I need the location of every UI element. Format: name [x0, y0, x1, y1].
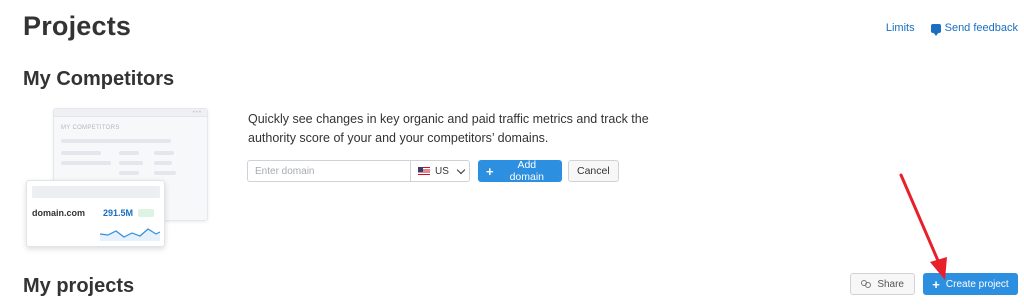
- sparkline-icon: [100, 228, 160, 241]
- create-project-label: Create project: [945, 278, 1009, 290]
- domain-input[interactable]: [247, 160, 410, 182]
- competitors-illustration: ••• MY COMPETITORS domain.com 291.5M: [26, 106, 216, 252]
- us-flag-icon: [418, 167, 430, 175]
- plus-icon: +: [932, 276, 940, 292]
- competitors-description: Quickly see changes in key organic and p…: [248, 112, 649, 145]
- placeholder-line: [61, 161, 111, 165]
- my-projects-heading: My projects: [23, 275, 135, 297]
- placeholder-line: [154, 161, 172, 165]
- create-project-button[interactable]: + Create project: [923, 273, 1018, 295]
- metric-change-badge: [138, 209, 154, 217]
- illustration-domain: domain.com: [32, 208, 86, 218]
- window-dots-icon: •••: [192, 110, 202, 116]
- illustration-metric: 291.5M: [103, 208, 134, 218]
- placeholder-line: [119, 161, 143, 165]
- placeholder-line: [154, 171, 176, 175]
- projects-actions: Share + Create project: [850, 273, 1018, 295]
- speech-bubble-icon: [930, 23, 941, 36]
- cancel-button[interactable]: Cancel: [568, 160, 619, 182]
- my-competitors-heading: My Competitors: [23, 68, 175, 90]
- placeholder-line: [119, 171, 139, 175]
- annotation-arrow-shaft: [899, 173, 941, 265]
- send-feedback-label: Send feedback: [944, 22, 1018, 34]
- users-icon: [861, 280, 872, 288]
- country-code: US: [435, 165, 449, 177]
- header-links: Limits Send feedback: [886, 22, 1018, 36]
- share-label: Share: [877, 278, 904, 290]
- share-button[interactable]: Share: [850, 273, 915, 295]
- add-domain-label: Add domain: [509, 159, 545, 183]
- page-title: Projects: [23, 11, 132, 41]
- add-domain-button[interactable]: + Add domain: [478, 159, 562, 183]
- limits-link[interactable]: Limits: [886, 22, 915, 34]
- placeholder-bar: [32, 186, 160, 198]
- illustration-window-bar: •••: [54, 109, 207, 117]
- placeholder-line: [61, 139, 171, 143]
- country-select[interactable]: US: [410, 160, 470, 182]
- illustration-panel-title: MY COMPETITORS: [61, 125, 120, 131]
- placeholder-line: [119, 151, 139, 155]
- add-domain-form: US + Add domain Cancel: [247, 159, 619, 183]
- placeholder-line: [61, 151, 101, 155]
- send-feedback-link[interactable]: Send feedback: [930, 22, 1018, 36]
- plus-icon: +: [486, 163, 494, 179]
- placeholder-line: [154, 151, 174, 155]
- chevron-down-icon: [456, 165, 466, 174]
- illustration-front-card: domain.com 291.5M: [26, 180, 165, 247]
